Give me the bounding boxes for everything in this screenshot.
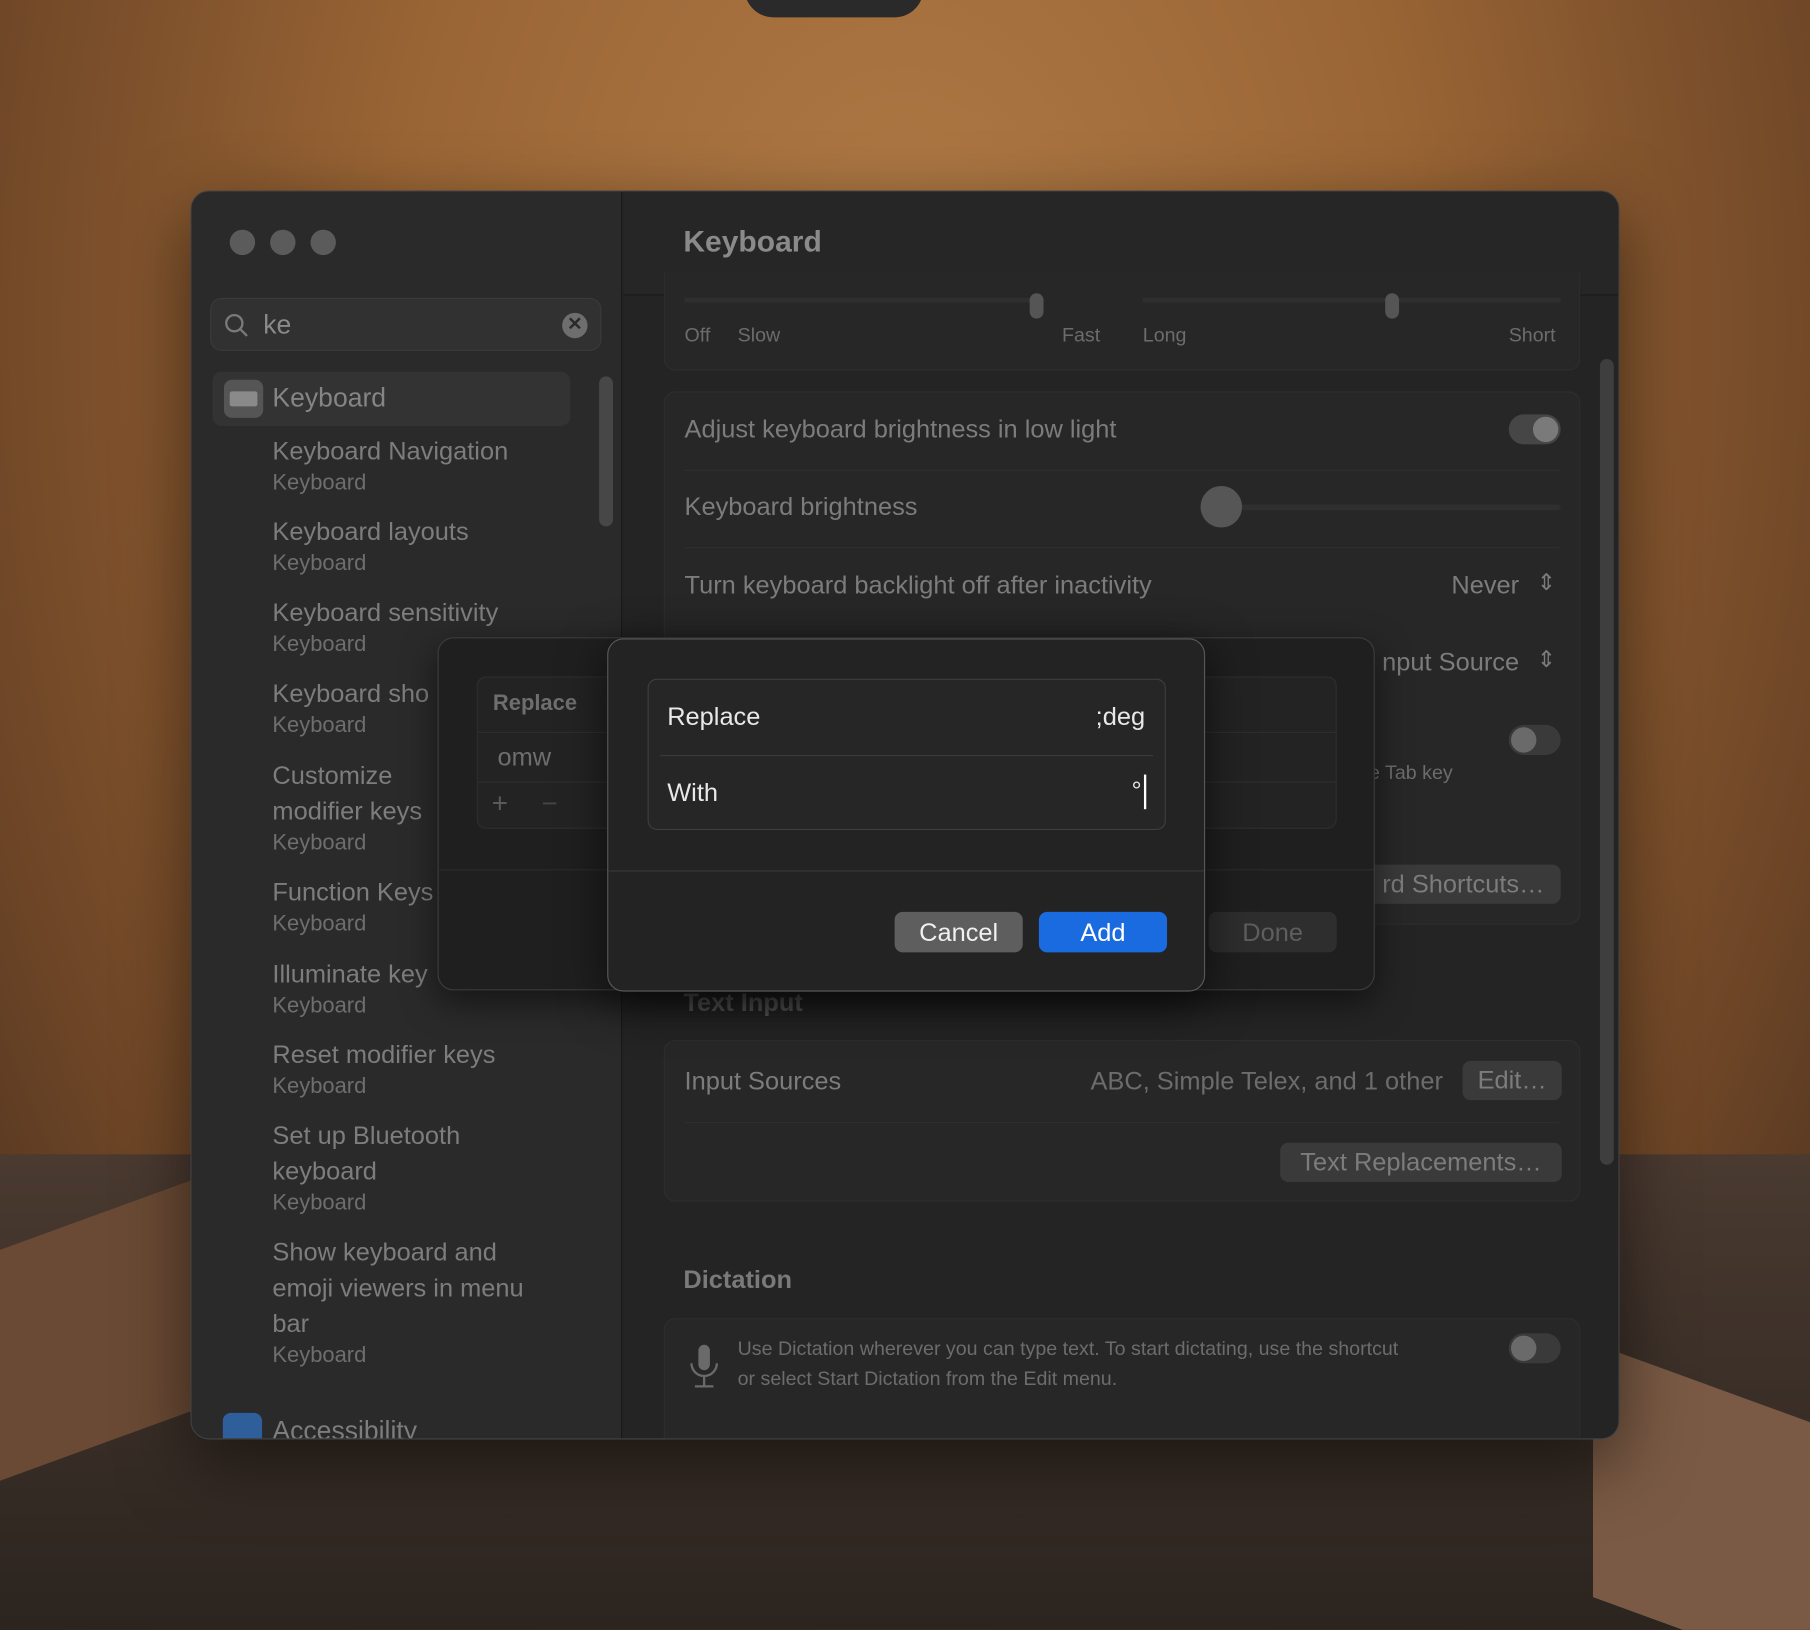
result-title: Reset modifier keys — [272, 1040, 496, 1069]
remove-row-button[interactable]: − — [541, 788, 557, 820]
chevron-updown-icon[interactable]: ⇕ — [1537, 568, 1556, 597]
tick-label: Fast — [1061, 324, 1101, 347]
text-replacements-button[interactable]: Text Replacements… — [1280, 1142, 1562, 1183]
result-subtitle: Keyboard — [272, 831, 367, 856]
tick-label: Off — [684, 324, 711, 347]
keyboard-shortcuts-button[interactable]: rd Shortcuts… — [1357, 864, 1561, 904]
divider — [684, 469, 1560, 471]
search-result[interactable]: Reset modifier keys Keyboard — [272, 1037, 549, 1103]
brightness-thumb[interactable] — [1200, 485, 1243, 528]
sidebar-item-keyboard[interactable]: Keyboard — [212, 371, 571, 426]
result-subtitle: Keyboard — [272, 993, 367, 1019]
desktop: ke ✕ Keyboard Keyboard Navigation Keyboar… — [0, 0, 1810, 1630]
done-button[interactable]: Done — [1208, 911, 1337, 953]
tick-label: Short — [1508, 324, 1556, 347]
tick-label: Long — [1142, 324, 1187, 347]
clear-search-icon[interactable]: ✕ — [562, 312, 588, 339]
replace-label: Replace — [667, 701, 761, 731]
setting-label: Turn keyboard backlight off after inacti… — [684, 570, 1152, 600]
result-title: Set up Bluetooth keyboard — [272, 1120, 461, 1186]
dictation-description: Use Dictation wherever you can type text… — [737, 1337, 1399, 1360]
main-scrollbar[interactable] — [1599, 358, 1614, 1165]
setting-label: Keyboard brightness — [684, 491, 918, 521]
page-title: Keyboard — [683, 223, 822, 259]
result-subtitle: Keyboard — [272, 470, 367, 496]
result-title: Customize modifier keys — [272, 760, 423, 826]
setting-label: Input Sources — [684, 1066, 842, 1096]
divider — [684, 1122, 1560, 1124]
close-window-button[interactable] — [229, 229, 256, 256]
result-title: Show keyboard and emoji viewers in menu … — [272, 1237, 524, 1338]
table-row[interactable]: omw — [498, 742, 552, 772]
repeat-delay-thumb[interactable] — [1385, 293, 1400, 319]
microphone-icon — [690, 1344, 718, 1388]
result-subtitle: Keyboard — [272, 551, 367, 577]
search-result[interactable]: Keyboard Navigation Keyboard — [272, 433, 549, 499]
key-repeat-slider[interactable] — [684, 297, 1037, 303]
replace-input[interactable]: ;deg — [1096, 702, 1145, 732]
section-header: Text Input — [683, 988, 803, 1017]
add-replacement-dialog: Replace ;deg With ° Cancel Add — [607, 638, 1206, 992]
chevron-updown-icon[interactable]: ⇕ — [1537, 645, 1556, 674]
adjust-brightness-toggle[interactable] — [1508, 414, 1561, 445]
search-result[interactable]: Set up Bluetooth keyboard Keyboard — [272, 1117, 491, 1219]
dictation-toggle[interactable] — [1508, 1333, 1561, 1364]
search-result[interactable]: Keyboard layouts Keyboard — [272, 514, 549, 580]
setting-label: Adjust keyboard brightness in low light — [684, 414, 1117, 444]
result-title: Keyboard Navigation — [272, 436, 509, 466]
search-result[interactable]: Show keyboard and emoji viewers in menu … — [272, 1234, 555, 1371]
desktop-lamp — [744, 0, 924, 18]
keyboard-navigation-toggle[interactable] — [1508, 724, 1561, 755]
keyboard-icon — [223, 379, 264, 418]
setting-description: e Tab key — [1369, 761, 1453, 784]
with-label: With — [667, 778, 718, 807]
result-subtitle: Keyboard — [272, 1074, 367, 1099]
key-repeat-card: Off Slow Fast Long Short — [663, 272, 1581, 371]
sidebar-item-label: Keyboard — [272, 382, 387, 413]
zoom-window-button[interactable] — [310, 229, 336, 256]
search-input[interactable]: ke — [263, 309, 291, 340]
input-sources-value: ABC, Simple Telex, and 1 other — [1090, 1066, 1443, 1096]
accessibility-icon — [222, 1412, 263, 1439]
globe-key-popup-value[interactable]: nput Source — [1382, 648, 1519, 678]
text-input-card: Input Sources ABC, Simple Telex, and 1 o… — [663, 1040, 1581, 1202]
add-row-button[interactable]: + — [492, 788, 508, 820]
result-subtitle: Keyboard — [272, 1343, 367, 1368]
divider — [684, 547, 1560, 549]
edit-input-sources-button[interactable]: Edit… — [1462, 1060, 1562, 1101]
search-result[interactable]: Customize modifier keys Keyboard — [272, 757, 445, 859]
result-title: Keyboard layouts — [272, 517, 469, 547]
repeat-delay-slider[interactable] — [1142, 297, 1561, 303]
dictation-card: Use Dictation wherever you can type text… — [663, 1318, 1581, 1439]
key-repeat-thumb[interactable] — [1029, 293, 1044, 319]
search-field[interactable]: ke ✕ — [210, 297, 602, 351]
result-title: Keyboard sensitivity — [272, 597, 499, 627]
backlight-popup-value[interactable]: Never — [1451, 570, 1519, 600]
tick-label: Slow — [737, 324, 781, 347]
sidebar-item-accessibility[interactable]: Accessibility — [272, 1415, 417, 1438]
result-subtitle: Keyboard — [272, 1191, 367, 1216]
brightness-slider[interactable] — [1202, 504, 1561, 511]
minimize-window-button[interactable] — [270, 229, 296, 256]
sidebar-scrollbar[interactable] — [599, 376, 613, 527]
text-cursor — [1143, 774, 1147, 810]
add-button[interactable]: Add — [1038, 911, 1168, 953]
column-header-replace[interactable]: Replace — [493, 691, 577, 716]
cancel-button[interactable]: Cancel — [894, 911, 1023, 953]
section-header: Dictation — [683, 1265, 793, 1295]
replacement-form: Replace ;deg With ° — [647, 678, 1166, 830]
with-input[interactable]: ° — [1131, 776, 1141, 806]
search-icon — [225, 313, 248, 337]
dictation-description: or select Start Dictation from the Edit … — [737, 1367, 1118, 1390]
